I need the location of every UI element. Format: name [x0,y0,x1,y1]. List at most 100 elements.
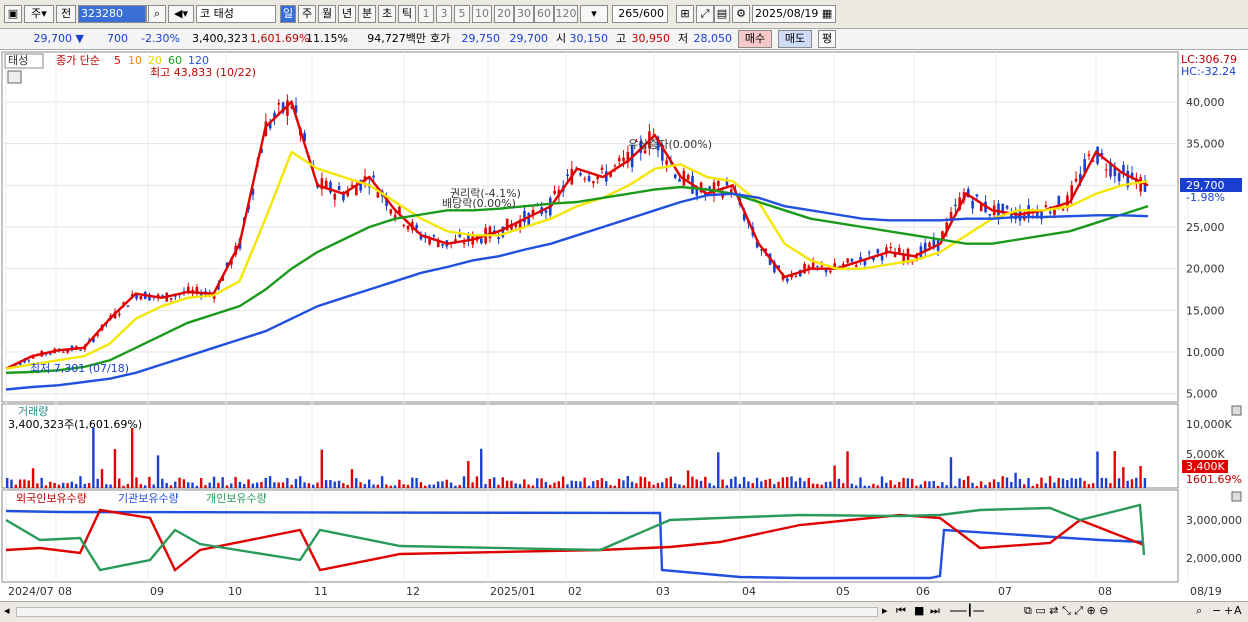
hc-label: HC:-32.24 [1181,65,1236,78]
volume-bar [954,485,957,488]
period-second[interactable]: 초 [378,5,396,23]
legend-foreign: 외국인보유수량 [16,492,87,505]
first-icon[interactable]: ⏮ [896,604,906,618]
volume-bar [454,485,457,488]
interval-120[interactable]: 120 [554,5,578,23]
candle-body [1048,211,1052,214]
market-label: 주 [31,7,42,20]
period-minute[interactable]: 분 [358,5,376,23]
market-select[interactable]: 주▾ [24,5,54,23]
volume-bar [949,457,953,488]
period-day[interactable]: 일 [280,5,296,23]
candle-body [436,241,440,248]
last-icon[interactable]: ⏭ [930,604,940,618]
candle-body [794,276,798,278]
tool-icons[interactable]: ⧉ ▭ ⇄ ⤡ ⤢ ⊕ ⊖ [1024,604,1108,618]
volume-bar [669,476,673,488]
volume-bar [661,482,664,488]
scroll-right-icon[interactable]: ▸ [882,604,888,617]
volume-bar [342,483,345,488]
volume-bar [303,482,306,488]
volume-bar [928,481,931,488]
prev-button[interactable]: 전 [56,5,76,23]
volume-bar [286,477,289,488]
count-field[interactable]: 265/600 [612,5,668,23]
volume-bar [682,485,685,488]
volume-bar [553,482,556,488]
buy-button[interactable]: 매수 [738,30,772,48]
interval-3[interactable]: 3 [436,5,452,23]
volume-bar [320,449,323,488]
interval-60[interactable]: 60 [534,5,554,23]
volume-bar [609,485,612,488]
candle-body [62,351,65,353]
stop-icon[interactable]: ■ [914,604,924,617]
volume-bar [419,482,423,488]
x-tick: 08 [1098,585,1112,598]
calendar-icon[interactable]: ▦ [822,7,832,20]
holdings-close-icon[interactable] [1231,491,1242,502]
zoom-slider[interactable]: ⎯⎯⎯┃⎯⎯ [950,604,984,618]
speaker-icon[interactable]: ◀▾ [168,5,194,23]
search-icon[interactable]: ⌕ [148,5,166,23]
zoom-in-icon[interactable]: + [1224,604,1233,617]
stock-prefix: 코 [200,7,211,20]
period-year[interactable]: 년 [338,5,356,23]
candle-body [458,234,462,237]
x-tick: 08/19 [1190,585,1222,598]
scroll-left-icon[interactable]: ◂ [4,604,10,617]
zoom-icon[interactable]: ⌕ [1196,604,1202,618]
interval-5[interactable]: 5 [454,5,470,23]
candle-type-icon[interactable]: ⊞ [676,5,694,23]
gear-icon[interactable]: ⚙ [732,5,750,23]
count-value: 265 [618,7,640,20]
volume-bar [936,485,940,488]
date-field[interactable]: 2025/08/19 ▦ [752,5,836,23]
x-tick: 04 [742,585,756,598]
eval-button[interactable]: 평 [818,30,836,48]
stock-name-field[interactable]: 코 태성 [196,5,276,23]
volume-bar [1126,480,1129,488]
volume-bar [768,478,772,488]
font-size-icon[interactable]: A [1234,604,1242,617]
price-tick: 35,000 [1186,138,1225,151]
chart-area[interactable]: 태성 종가 단순 5 10 20 60 120 최고 43,833 (10/22… [0,50,1248,601]
interval-30[interactable]: 30 [514,5,534,23]
x-tick: 09 [150,585,164,598]
stock-chart[interactable]: 태성 종가 단순 5 10 20 60 120 최고 43,833 (10/22… [0,50,1248,601]
volume-bar [1096,451,1099,488]
table-icon[interactable] [7,70,22,84]
volume-bar [544,482,548,488]
volume-close-icon[interactable] [1231,405,1242,416]
volume-bar [1139,466,1142,488]
volume-bar [967,476,970,488]
scroll-track[interactable] [16,607,878,617]
volume-bar [945,485,948,488]
interval-dropdown[interactable]: ▾ [580,5,608,23]
volume-bar [380,476,384,488]
volume-bar [195,485,199,488]
interval-10[interactable]: 10 [472,5,492,23]
interval-20[interactable]: 20 [494,5,514,23]
period-week[interactable]: 주 [298,5,316,23]
volume-bar [1031,485,1035,488]
volume-bar [243,484,246,488]
volume-bar [307,483,311,488]
sell-button[interactable]: 매도 [778,30,812,48]
period-tick[interactable]: 틱 [398,5,416,23]
interval-1[interactable]: 1 [418,5,434,23]
legend-ma-10: 10 [128,54,142,67]
stock-code-input[interactable]: 323280 [78,5,146,23]
volume-bar [824,482,828,488]
window-icon[interactable]: ▣ [4,5,22,23]
save-icon[interactable]: ▤ [714,5,730,23]
volume-bar [57,484,61,488]
volume-bar [385,484,388,488]
volume-value: 3,400,323주(1,601.69%) [8,418,142,431]
zoom-out-icon[interactable]: − [1212,604,1221,617]
volume-bar [14,484,18,488]
period-month[interactable]: 월 [318,5,336,23]
volume-bar [738,484,742,488]
draw-tool-icon[interactable]: ⤢ [696,5,714,23]
volume-bar [53,482,56,488]
